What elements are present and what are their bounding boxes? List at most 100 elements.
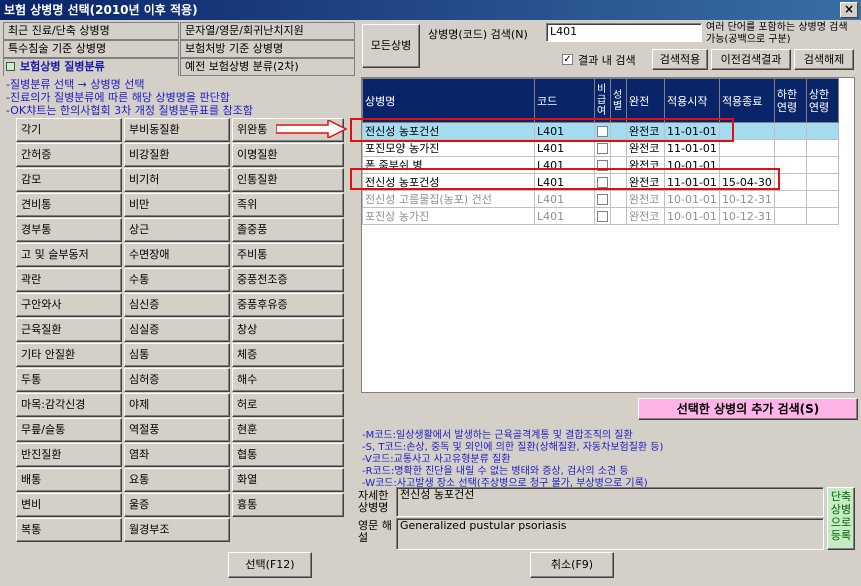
category-button[interactable]: 요통 <box>124 468 230 492</box>
column-header[interactable]: 비급여 <box>594 78 611 123</box>
category-button[interactable]: 간허증 <box>16 143 122 167</box>
category-button[interactable]: 수통 <box>124 268 230 292</box>
tab-3[interactable]: 보험처방 기준 상병명 <box>180 40 355 58</box>
row-name: 포진상 농가진 <box>362 207 535 225</box>
tab-4[interactable]: 보험상병 질병분류 <box>3 58 179 76</box>
category-button[interactable]: 경부통 <box>16 218 122 242</box>
tab-2[interactable]: 특수침술 기준 상병명 <box>3 40 179 58</box>
category-button[interactable]: 심통 <box>124 343 230 367</box>
category-button[interactable]: 반진질환 <box>16 443 122 467</box>
tab-0[interactable]: 최근 진료/단축 상병명 <box>3 22 179 40</box>
row-nonpay-checkbox[interactable] <box>594 139 611 157</box>
category-button[interactable]: 주비통 <box>232 243 344 267</box>
category-button[interactable]: 수면장애 <box>124 243 230 267</box>
category-button[interactable]: 변비 <box>16 493 122 517</box>
column-header[interactable]: 상병명 <box>362 78 535 123</box>
category-button[interactable]: 견비통 <box>16 193 122 217</box>
category-button[interactable]: 비강질환 <box>124 143 230 167</box>
table-row[interactable]: 포진모양 농가진 L401 완전코 11-01-01 <box>362 139 839 157</box>
within-results-checkbox[interactable]: ✓ <box>562 54 573 65</box>
category-button[interactable]: 협통 <box>232 443 344 467</box>
row-full: 완전코 <box>626 139 665 157</box>
row-max-age <box>805 190 839 208</box>
category-button[interactable]: 화열 <box>232 468 344 492</box>
row-min-age <box>773 122 807 140</box>
row-nonpay-checkbox[interactable] <box>594 190 611 208</box>
category-button[interactable]: 각기 <box>16 118 122 142</box>
annotation-box-row4 <box>350 168 780 190</box>
row-end <box>718 139 775 157</box>
category-button[interactable]: 현훈 <box>232 418 344 442</box>
category-button[interactable]: 기타 안질환 <box>16 343 122 367</box>
table-row[interactable]: 전신성 고름물집(농포) 건선 L401 완전코 10-01-01 10-12-31 <box>362 190 839 208</box>
category-button[interactable]: 졸중풍 <box>232 218 344 242</box>
register-shortcut-button[interactable]: 단축상병으로등록 <box>827 487 855 550</box>
category-button[interactable]: 비만 <box>124 193 230 217</box>
category-button[interactable]: 부비동질환 <box>124 118 230 142</box>
column-header[interactable]: 성별 <box>610 78 627 123</box>
row-full: 완전코 <box>626 190 665 208</box>
category-button[interactable]: 월경부조 <box>124 518 230 542</box>
row-code: L401 <box>534 190 595 208</box>
category-button[interactable]: 중풍후유증 <box>232 293 344 317</box>
category-button[interactable]: 감모 <box>16 168 122 192</box>
select-button[interactable]: 선택(F12) <box>228 552 312 578</box>
category-button[interactable]: 울증 <box>124 493 230 517</box>
category-button[interactable]: 야제 <box>124 393 230 417</box>
row-code: L401 <box>534 207 595 225</box>
category-button[interactable]: 체증 <box>232 343 344 367</box>
category-button[interactable]: 심허증 <box>124 368 230 392</box>
column-header[interactable]: 적용종료 <box>718 78 775 123</box>
column-header[interactable]: 완전 <box>626 78 665 123</box>
category-button[interactable]: 곽란 <box>16 268 122 292</box>
category-button[interactable]: 인통질환 <box>232 168 344 192</box>
category-button[interactable]: 이명질환 <box>232 143 344 167</box>
search-input[interactable]: L401 <box>546 23 702 42</box>
category-button[interactable]: 해수 <box>232 368 344 392</box>
category-button[interactable]: 염좌 <box>124 443 230 467</box>
cancel-button[interactable]: 취소(F9) <box>530 552 614 578</box>
category-button[interactable]: 허로 <box>232 393 344 417</box>
category-button[interactable]: 흉통 <box>232 493 344 517</box>
column-header[interactable]: 적용시작 <box>664 78 720 123</box>
row-name: 전신성 고름물집(농포) 건선 <box>362 190 535 208</box>
category-button[interactable]: 심실증 <box>124 318 230 342</box>
all-diseases-button[interactable]: 모든상병 <box>362 24 420 68</box>
category-button[interactable]: 중풍전조증 <box>232 268 344 292</box>
category-button[interactable]: 역절풍 <box>124 418 230 442</box>
category-button[interactable]: 비기허 <box>124 168 230 192</box>
row-nonpay-checkbox[interactable] <box>594 207 611 225</box>
category-button[interactable]: 마목:감각신경 <box>16 393 122 417</box>
category-button[interactable]: 근육질환 <box>16 318 122 342</box>
table-header-row: 상병명 코드 비급여 성별 완전 적용시작 적용종료 하한연령 상한연령 <box>362 78 839 123</box>
apply-search-button[interactable]: 검색적용 <box>652 49 708 70</box>
close-icon[interactable]: × <box>840 2 858 18</box>
category-button[interactable]: 심신증 <box>124 293 230 317</box>
tab-1[interactable]: 문자열/영문/회귀난치지원 <box>180 22 355 40</box>
category-button[interactable]: 고 및 슬부동저 <box>16 243 122 267</box>
annotation-arrow-icon <box>276 120 348 138</box>
column-header[interactable]: 코드 <box>534 78 595 123</box>
category-button[interactable]: 복통 <box>16 518 122 542</box>
add-search-button[interactable]: 선택한 상병의 추가 검색(S) <box>638 398 858 420</box>
table-row[interactable]: 포진상 농가진 L401 완전코 10-01-01 10-12-31 <box>362 207 839 225</box>
folder-icon <box>6 62 15 71</box>
category-button[interactable]: 창상 <box>232 318 344 342</box>
category-button[interactable]: 무릎/슬통 <box>16 418 122 442</box>
category-button[interactable]: 족위 <box>232 193 344 217</box>
detail-english-field: Generalized pustular psoriasis <box>396 518 824 550</box>
info-line: -OK챠트는 한의사협회 3차 개정 질병분류표를 참조함 <box>6 104 254 117</box>
tab-5[interactable]: 예전 보험상병 분류(2차) <box>180 58 355 76</box>
category-button[interactable]: 구안와사 <box>16 293 122 317</box>
category-button[interactable]: 배통 <box>16 468 122 492</box>
row-end: 10-12-31 <box>718 207 775 225</box>
previous-results-button[interactable]: 이전검색결과 <box>711 49 791 70</box>
clear-search-button[interactable]: 검색해제 <box>794 49 854 70</box>
column-header[interactable]: 하한연령 <box>773 78 807 123</box>
row-max-age <box>805 173 839 191</box>
within-results-label: 결과 내 검색 <box>578 54 636 67</box>
category-button[interactable]: 상근 <box>124 218 230 242</box>
column-header[interactable]: 상한연령 <box>805 78 839 123</box>
category-button[interactable]: 두통 <box>16 368 122 392</box>
search-hint: 여러 단어를 포함하는 상병명 검색 가능(공백으로 구분) <box>706 22 848 45</box>
